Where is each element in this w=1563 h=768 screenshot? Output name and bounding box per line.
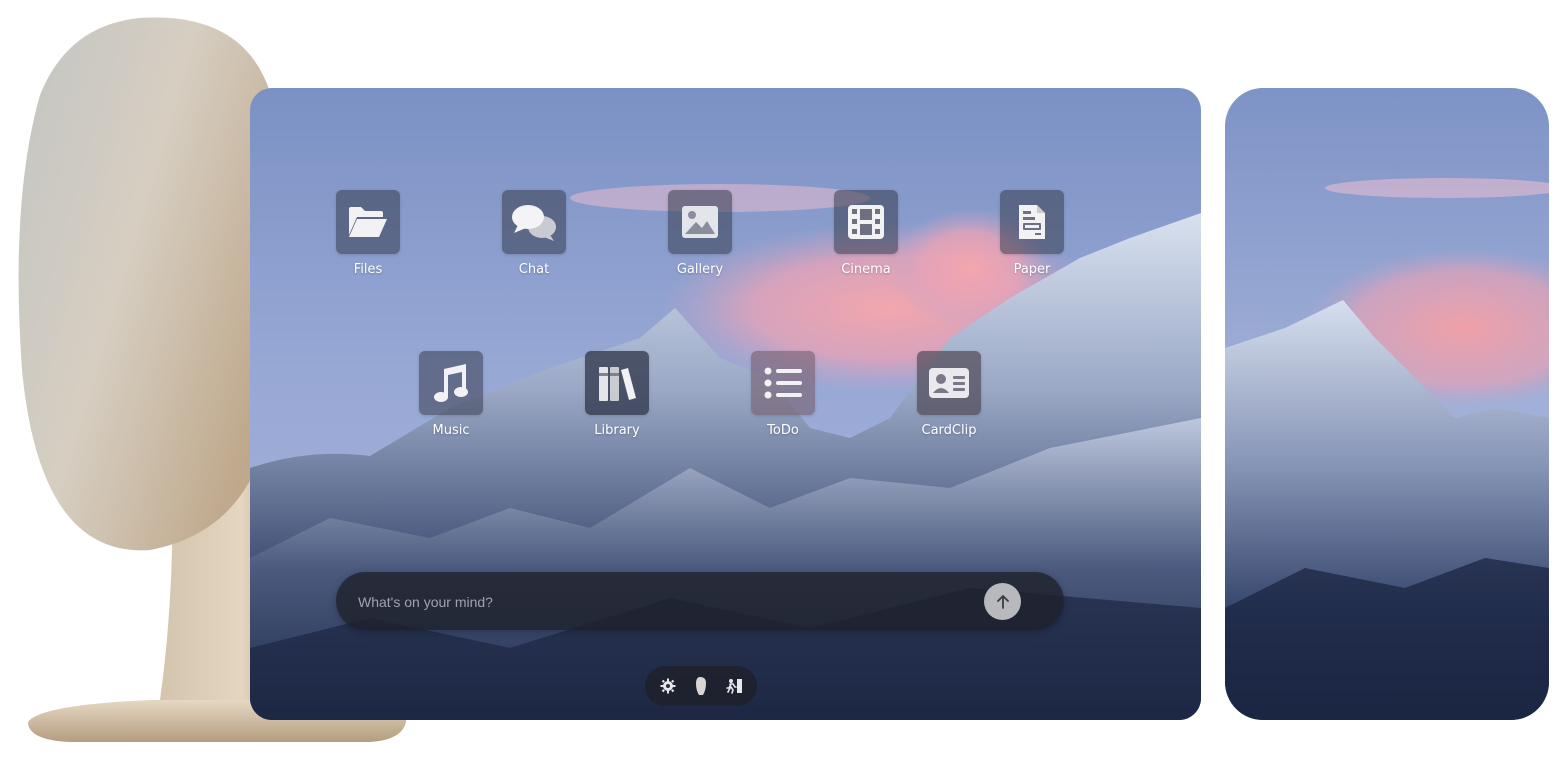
app-label: Cinema (841, 262, 891, 277)
arrow-up-icon (996, 594, 1009, 609)
exit-icon (726, 679, 743, 694)
app-chat[interactable]: Chat (484, 190, 584, 277)
send-button[interactable] (984, 583, 1021, 620)
app-gallery[interactable]: Gallery (650, 190, 750, 277)
document-icon (1019, 205, 1045, 239)
app-cinema[interactable]: Cinema (816, 190, 916, 277)
desktop-window: Files Chat Gallery Cinema Paper Music Li… (250, 88, 1201, 720)
film-icon (848, 205, 884, 239)
app-label: Gallery (676, 262, 724, 277)
app-label: Music (432, 423, 470, 438)
gear-icon (660, 678, 676, 694)
mountain-wallpaper-preview (1225, 88, 1549, 720)
music-note-icon (434, 364, 468, 402)
app-cardclip[interactable]: CardClip (899, 351, 999, 438)
wallpaper-preview-panel (1225, 88, 1549, 720)
app-label: Library (594, 423, 640, 438)
app-music[interactable]: Music (401, 351, 501, 438)
app-label: Paper (1013, 262, 1051, 277)
app-files[interactable]: Files (318, 190, 418, 277)
chat-bubbles-icon (512, 205, 556, 241)
app-label: Chat (518, 262, 550, 277)
app-label: CardClip (921, 423, 977, 438)
settings-button[interactable] (654, 672, 682, 700)
prompt-input[interactable] (356, 572, 960, 632)
app-library[interactable]: Library (567, 351, 667, 438)
list-icon (764, 367, 802, 399)
app-paper[interactable]: Paper (982, 190, 1082, 277)
app-todo[interactable]: ToDo (733, 351, 833, 438)
assistant-button[interactable] (687, 672, 715, 700)
head-icon (695, 677, 706, 695)
app-label: Files (353, 262, 383, 277)
prompt-bar (336, 572, 1064, 632)
dock (645, 666, 757, 706)
app-label: ToDo (767, 423, 799, 438)
image-icon (682, 206, 718, 238)
contact-card-icon (929, 368, 969, 398)
books-icon (599, 367, 636, 401)
folder-icon (349, 207, 387, 237)
exit-button[interactable] (720, 672, 748, 700)
